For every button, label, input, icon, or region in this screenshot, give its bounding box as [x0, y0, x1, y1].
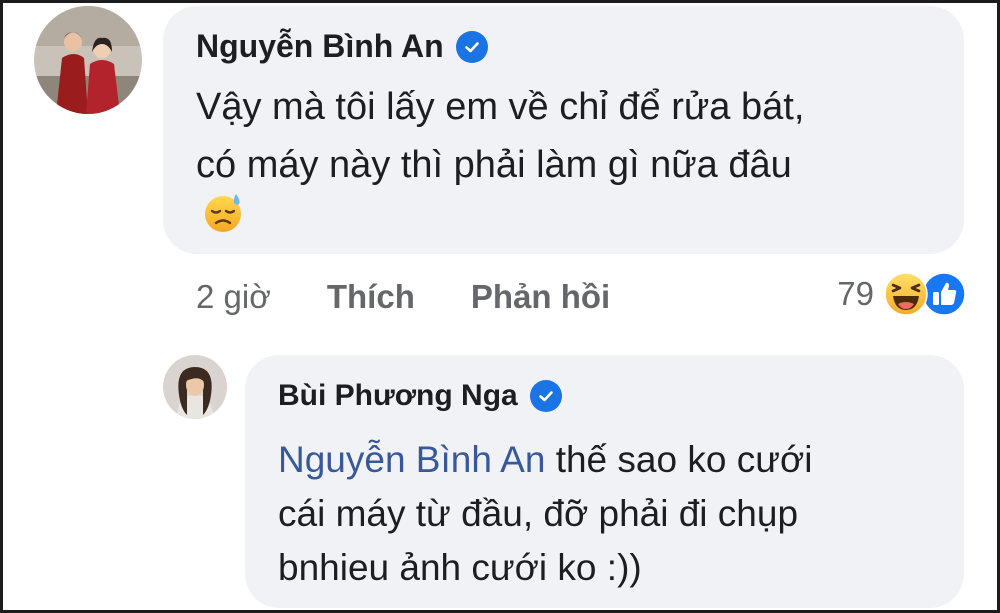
- comment-author-name[interactable]: Nguyễn Bình An: [196, 28, 444, 65]
- commenter-avatar[interactable]: [34, 6, 142, 114]
- comment-actions: 2 giờ Thích Phản hồi: [196, 278, 610, 316]
- reply-bubble: Bùi Phương Nga Nguyễn Bình An thế sao ko…: [245, 355, 964, 608]
- haha-reaction-icon: [884, 272, 928, 316]
- reply-text-line: bnhieu ảnh cưới ko :)): [278, 547, 642, 588]
- comment-header: Nguyễn Bình An: [196, 28, 488, 65]
- reply-button[interactable]: Phản hồi: [471, 278, 610, 316]
- comment-text: Vậy mà tôi lấy em về chỉ để rửa bát, có …: [196, 78, 936, 194]
- reply-text-line: Nguyễn Bình An thế sao ko cưới: [278, 433, 938, 487]
- comment-bubble: Nguyễn Bình An Vậy mà tôi lấy em về chỉ …: [163, 6, 964, 254]
- mention-link[interactable]: Nguyễn Bình An: [278, 439, 545, 480]
- woman-photo-avatar-image: [163, 355, 227, 419]
- comment-timestamp[interactable]: 2 giờ: [196, 278, 271, 316]
- couple-photo-avatar-image: [34, 6, 142, 114]
- reply-text-segment: thế sao ko cưới: [545, 439, 813, 480]
- comment-text-line: Vậy mà tôi lấy em về chỉ để rửa bát,: [196, 86, 805, 128]
- reply-avatar[interactable]: [163, 355, 227, 419]
- verified-badge-icon: [455, 30, 488, 63]
- reply-text: Nguyễn Bình An thế sao ko cưới cái máy t…: [278, 433, 938, 595]
- reaction-summary[interactable]: 79: [837, 272, 966, 316]
- like-reaction-icon: [922, 272, 966, 316]
- reply-header: Bùi Phương Nga: [278, 379, 562, 413]
- downcast-face-with-sweat-emoji: [205, 194, 241, 232]
- reply-author-name[interactable]: Bùi Phương Nga: [278, 379, 518, 413]
- comment-text-line: có máy này thì phải làm gì nữa đâu: [196, 144, 792, 186]
- like-button[interactable]: Thích: [327, 278, 415, 316]
- reply-text-line: cái máy từ đầu, đỡ phải đi chụp: [278, 493, 799, 534]
- reaction-count: 79: [837, 275, 874, 312]
- verified-badge-icon: [529, 380, 562, 412]
